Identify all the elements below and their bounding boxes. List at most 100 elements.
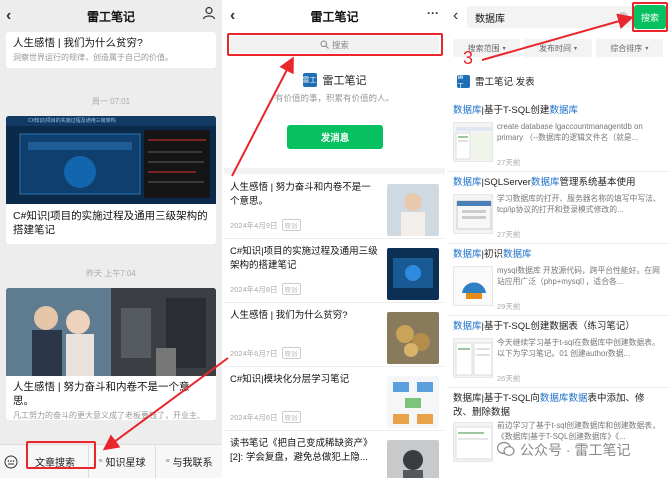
menu-lines-icon: ≡ <box>165 458 170 465</box>
account-profile-panel: ‹ 雷工笔记 ··· 搜索 雷工 雷工笔记 有价值的事，积累有价值的人。 发消息… <box>224 0 445 478</box>
article-list-item[interactable]: 人生感悟 | 努力奋斗和内卷不是一个意思。 2024年4月9日 原创 <box>224 176 445 239</box>
highlight-term: 数据库 <box>453 105 482 116</box>
article-thumbnail <box>387 376 439 428</box>
panel-divider <box>445 0 447 478</box>
step-number: 3 <box>463 48 474 68</box>
more-icon[interactable]: ··· <box>427 6 439 20</box>
article-card[interactable]: C#知识|项目的实施过程及通用三级架构 C#知识|项目的实施过程及通用三级架构的… <box>6 116 216 244</box>
highlight-term: 数据库 <box>549 105 578 116</box>
menu-knowledge-planet[interactable]: ≡ 知识星球 <box>88 444 155 478</box>
article-list-item[interactable]: 人生感悟 | 我们为什么贫穷? 2024年6月7日 原创 <box>224 304 445 367</box>
article-thumbnail <box>387 184 439 236</box>
result-time: 27天前 <box>497 158 521 167</box>
article-thumbnail <box>387 248 439 300</box>
menu-label: 知识星球 <box>105 458 146 469</box>
original-tag: 原创 <box>281 411 301 423</box>
result-title: 数据库|SQLServer数据库管理系统基本使用 <box>453 176 663 190</box>
result-title: 数据库|基于T-SQL创建数据表（练习笔记） <box>453 320 663 334</box>
send-message-button[interactable]: 发消息 <box>287 125 383 149</box>
highlight-term: 数据库 <box>530 177 560 188</box>
menu-contact[interactable]: ≡ 与我联系 <box>155 444 222 478</box>
search-result-item[interactable]: 数据库|基于T-SQL向数据库数据表中添加、修改、删除数据 前边学习了基于t-s… <box>447 388 669 478</box>
result-description: 前边学习了基于t-sql创建数据库和创建数据表，《数据库|基于T-SQL创建数据… <box>497 421 660 441</box>
title-text: |SQLServer <box>481 177 531 188</box>
account-slogan: 有价值的事，积累有价值的人。 <box>274 93 394 103</box>
article-thumbnail <box>387 440 439 478</box>
card-subtitle: 洞察世界运行的规律，创造属于自己的价值。 <box>13 53 173 62</box>
account-row: 雷工 雷工笔记 发表 <box>457 73 535 90</box>
timestamp: 昨天 上午7:04 <box>86 269 136 278</box>
article-title: C#知识|模块化分层学习笔记 <box>230 374 350 385</box>
account-header: 雷工 雷工笔记 <box>224 72 445 88</box>
watermark-text: 公众号 · 雷工笔记 <box>520 442 631 458</box>
account-logo: 雷工 <box>302 73 317 87</box>
original-tag: 原创 <box>281 283 301 295</box>
cover-banner-text: C#知识|项目的实施过程及通用三级架构 <box>28 118 116 124</box>
chevron-down-icon: ▾ <box>573 45 577 52</box>
result-title: 数据库|基于T-SQL创建数据库 <box>453 104 663 118</box>
clear-icon[interactable]: ✕ <box>618 12 628 22</box>
filter-sort[interactable]: 综合排序 ▾ <box>595 39 663 57</box>
title-text: |基于T-SQL创建数据表（练习笔记） <box>481 321 635 332</box>
article-title: 人生感悟 | 努力奋斗和内卷不是一个意思。 <box>230 182 371 207</box>
filter-bar: 搜索范围 ▾ 发布时间 ▾ 综合排序 ▾ <box>453 39 663 57</box>
account-publish-label: 雷工笔记 发表 <box>475 77 535 88</box>
result-title: 数据库|基于T-SQL向数据库数据表中添加、修改、删除数据 <box>453 392 658 420</box>
search-result-item[interactable]: 数据库|基于T-SQL创建数据库 create database lgaccou… <box>447 100 669 172</box>
account-logo: 雷工 <box>457 73 470 90</box>
result-thumbnail <box>453 194 493 234</box>
screenshot-root: ‹ 雷工笔记 人生感悟 | 我们为什么贫穷? 洞察世界运行的规律，创造属于自己的… <box>0 0 669 478</box>
card-title: C#知识|项目的实施过程及通用三级架构的搭建笔记 <box>13 210 208 236</box>
search-result-item[interactable]: 数据库|SQLServer数据库管理系统基本使用 学习数据库的打开、服务器名称的… <box>447 172 669 244</box>
back-icon[interactable]: ‹ <box>453 7 467 25</box>
article-cover <box>6 288 216 376</box>
article-card[interactable]: 人生感悟 | 努力奋斗和内卷不是一个意思。 凡工努力的奋斗的更大意义成了老板要钱… <box>6 288 216 420</box>
article-list-item[interactable]: C#知识|项目的实施过程及通用三级架构的搭建笔记 2024年4月8日 原创 <box>224 240 445 303</box>
article-meta: 2024年4月8日 原创 <box>230 283 301 295</box>
account-name: 雷工笔记 <box>322 75 367 87</box>
search-result-item[interactable]: 数据库|初识数据库 mysql数据库 开放源代码，跨平台性能好。在网站应用广泛（… <box>447 244 669 316</box>
navbar: ‹ 雷工笔记 ··· <box>224 0 445 32</box>
back-icon[interactable]: ‹ <box>6 7 20 25</box>
result-description: 学习数据库的打开、服务器名称的填写中写法、tcp/ip协议的打开和登录模式修改的… <box>497 194 661 214</box>
result-thumbnail <box>453 422 493 462</box>
article-date: 2024年4月9日 <box>230 220 278 230</box>
title-text: |基于T-SQL创建 <box>481 105 550 116</box>
article-title: 人生感悟 | 我们为什么贫穷? <box>230 310 348 321</box>
page-title: 雷工笔记 <box>310 9 359 24</box>
highlight-term: 数据库 <box>453 321 482 332</box>
article-title: 读书笔记《把自己变成稀缺资产》[2]: 学会复盘，避免总做犯上隐... <box>230 438 373 463</box>
article-card[interactable]: 人生感悟 | 我们为什么贫穷? 洞察世界运行的规律，创造属于自己的价值。 <box>6 32 216 68</box>
result-time: 29天前 <box>497 302 521 311</box>
panel-divider <box>222 0 224 478</box>
chevron-down-icon: ▾ <box>502 45 506 52</box>
wechat-logo-icon <box>496 441 515 460</box>
highlight-term: 数据库 <box>453 177 482 188</box>
card-title: 人生感悟 | 努力奋斗和内卷不是一个意思。 <box>13 381 190 407</box>
article-meta: 2024年4月9日 原创 <box>230 219 301 231</box>
result-description: 今天继续学习基于t-sql在数据库中创建数据表。以下为学习笔记。01 创建aut… <box>497 338 660 358</box>
result-title: 数据库|初识数据库 <box>453 248 663 262</box>
section-divider <box>224 168 445 174</box>
result-thumbnail <box>453 122 493 162</box>
search-input[interactable]: 数据库 ✕ <box>467 6 633 28</box>
back-icon[interactable]: ‹ <box>230 7 244 25</box>
profile-icon[interactable] <box>202 6 216 23</box>
result-time: 26天前 <box>497 374 521 383</box>
keyboard-icon[interactable] <box>0 445 22 478</box>
filter-label: 发布时间 <box>538 43 571 53</box>
original-tag: 原创 <box>281 347 301 359</box>
search-query: 数据库 <box>475 13 505 25</box>
highlight-term: 数据 <box>568 393 588 404</box>
article-cover: C#知识|项目的实施过程及通用三级架构 <box>6 116 216 204</box>
step-number: 2 <box>224 176 225 197</box>
card-title: 人生感悟 | 我们为什么贫穷? <box>13 37 143 49</box>
timestamp: 周一 07:01 <box>91 97 131 106</box>
highlight-box <box>26 441 96 469</box>
filter-time[interactable]: 发布时间 ▾ <box>524 39 592 57</box>
highlight-term: 数据库 <box>502 249 532 260</box>
search-result-item[interactable]: 数据库|基于T-SQL创建数据表（练习笔记） 今天继续学习基于t-sql在数据库… <box>447 316 669 388</box>
article-list-item[interactable]: 读书笔记《把自己变成稀缺资产》[2]: 学会复盘，避免总做犯上隐... <box>224 432 445 478</box>
article-list-item[interactable]: C#知识|模块化分层学习笔记 2024年4月6日 原创 <box>224 368 445 431</box>
chevron-down-icon: ▾ <box>645 45 649 52</box>
